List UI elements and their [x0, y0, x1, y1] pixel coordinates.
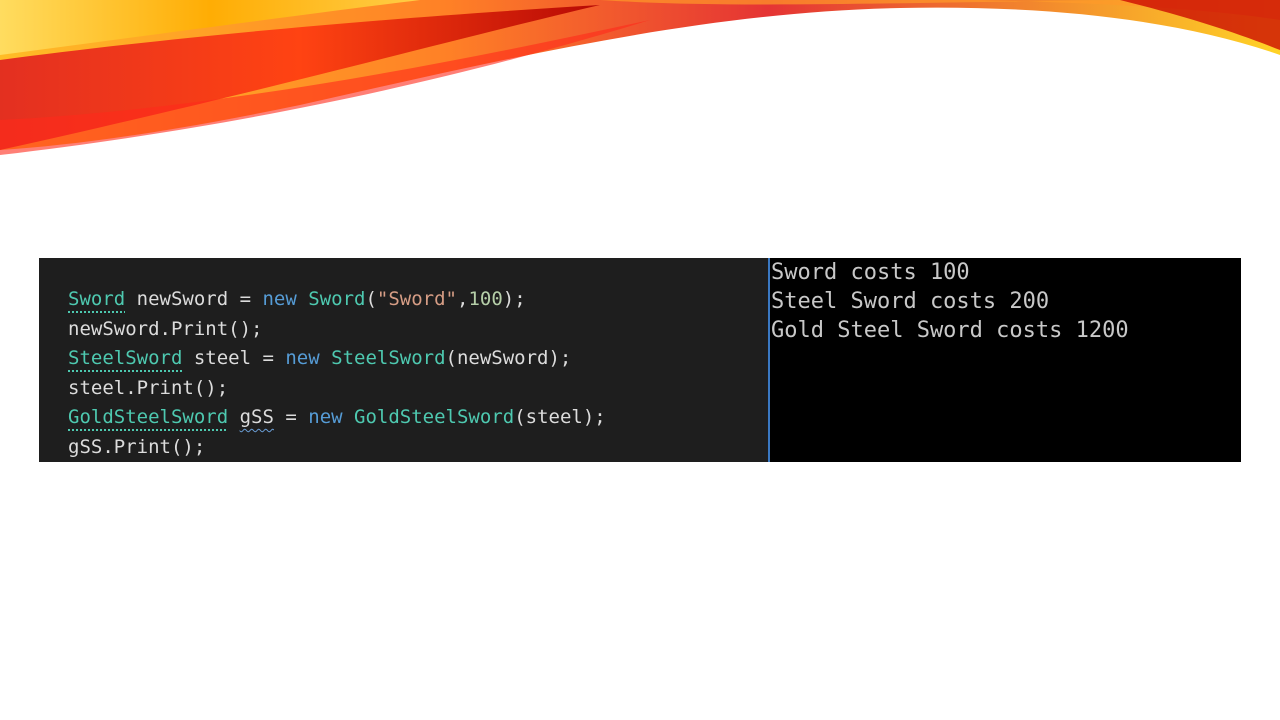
code-token-type: SteelSword	[331, 347, 446, 369]
code-token-type: Sword	[308, 288, 366, 310]
console-line: Steel Sword costs 200	[771, 289, 1050, 314]
code-token-plain: );	[502, 288, 526, 310]
code-token-plain: (	[365, 288, 377, 310]
code-token-keyword: new	[285, 347, 320, 369]
code-line-1: Sword newSword = new Sword("Sword",100);	[68, 285, 768, 315]
code-token-type: Sword	[68, 288, 126, 310]
code-token-plain: steel.Print();	[68, 376, 229, 399]
code-token-plain: ,	[457, 288, 469, 310]
decorative-swoosh	[0, 0, 1280, 155]
code-line-5: GoldSteelSword gSS = new GoldSteelSword(…	[68, 403, 768, 433]
code-token-string: "Sword"	[376, 288, 457, 310]
slide: Sword newSword = new Sword("Sword",100);…	[0, 0, 1280, 720]
code-line-6: gSS.Print();	[68, 433, 768, 463]
code-editor-panel: Sword newSword = new Sword("Sword",100);…	[39, 258, 768, 462]
code-token-keyword: new	[308, 406, 343, 428]
console-output-panel: Sword costs 100 Steel Sword costs 200 Go…	[770, 258, 1241, 462]
code-token-plain: (steel);	[514, 406, 606, 428]
code-token-type: GoldSteelSword	[68, 406, 229, 428]
console-line: Sword costs 100	[771, 260, 970, 285]
code-token-plain: newSword.Print();	[68, 317, 263, 340]
code-token-plain: newSword =	[125, 288, 263, 310]
code-token-type: SteelSword	[68, 347, 183, 369]
code-token-plain: (newSword);	[445, 347, 572, 369]
console-line: Gold Steel Sword costs 1200	[771, 318, 1129, 343]
code-token-type: GoldSteelSword	[354, 406, 515, 428]
code-token-variable: gSS	[239, 406, 274, 428]
code-token-keyword: new	[262, 288, 297, 310]
code-token-number: 100	[468, 288, 503, 310]
code-token-plain: steel =	[182, 347, 286, 369]
code-line-2: newSword.Print();	[68, 315, 768, 345]
code-token-plain: gSS.Print();	[68, 435, 206, 458]
code-line-4: steel.Print();	[68, 374, 768, 404]
code-token-plain: =	[273, 406, 309, 428]
code-line-3: SteelSword steel = new SteelSword(newSwo…	[68, 344, 768, 374]
